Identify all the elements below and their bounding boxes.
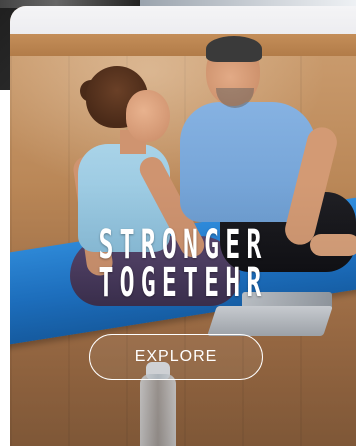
- headline-line-2: TOGETEHR: [98, 260, 268, 306]
- hero-headline: STRONGER TOGETEHR: [76, 222, 291, 306]
- hero-card[interactable]: STRONGER TOGETEHR: [10, 6, 356, 446]
- explore-button[interactable]: EXPLORE: [89, 334, 263, 380]
- headline-line-1: STRONGER: [98, 222, 268, 268]
- app-screen: STRONGER TOGETEHR EXPLORE: [0, 0, 356, 446]
